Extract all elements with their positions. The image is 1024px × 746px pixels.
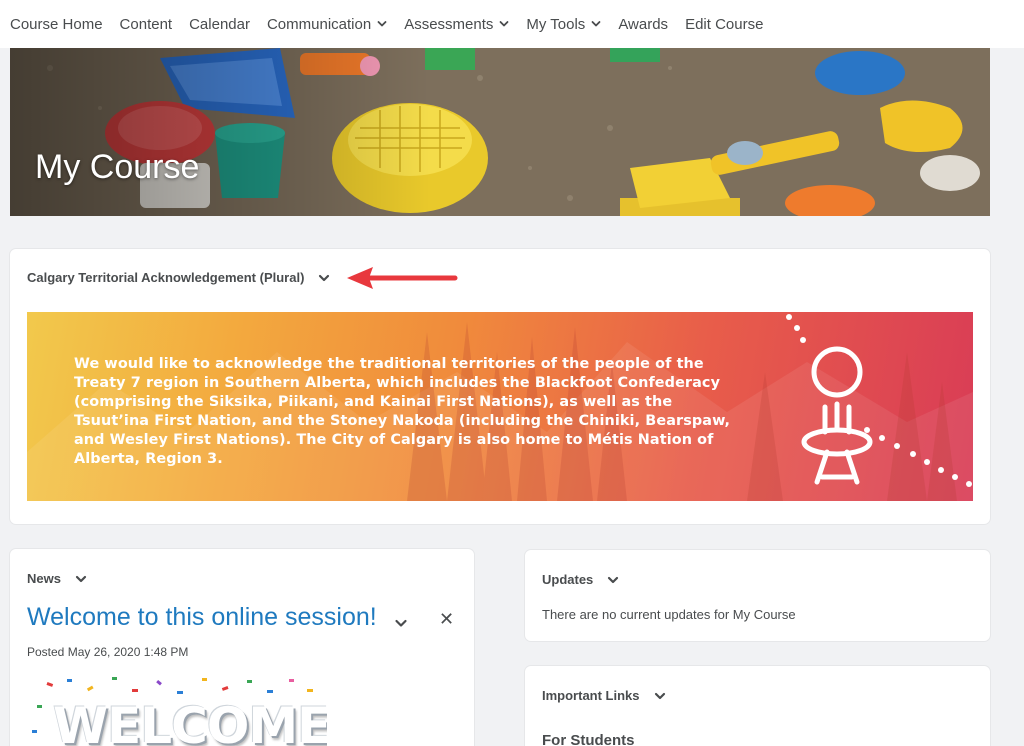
nav-awards-label: Awards [618,15,669,33]
chevron-down-icon[interactable] [75,573,87,585]
close-icon[interactable]: ✕ [439,609,454,630]
updates-widget-title: Updates [542,572,594,587]
acknowledgement-text: We would like to acknowledge the traditi… [74,356,731,467]
course-banner-image: My Course [10,48,990,216]
nav-calendar-label: Calendar [189,15,250,33]
welcome-word: WELCOME! [53,697,327,746]
nav-my-tools[interactable]: My Tools [526,16,601,33]
chevron-down-icon[interactable] [654,690,666,702]
banner-shade [10,48,430,216]
acknowledgement-widget-header[interactable]: Calgary Territorial Acknowledgement (Plu… [27,270,330,285]
acknowledgement-widget: Calgary Territorial Acknowledgement (Plu… [10,249,990,524]
chevron-down-icon[interactable] [318,272,330,284]
nav-assessments[interactable]: Assessments [404,16,509,33]
chevron-down-icon [499,21,509,27]
updates-widget-header[interactable]: Updates [542,572,619,587]
updates-message: There are no current updates for My Cour… [542,607,796,622]
annotation-arrow-icon [347,267,458,289]
nav-communication[interactable]: Communication [267,16,387,33]
nav-edit-course-label: Edit Course [685,15,764,33]
chevron-down-icon[interactable] [607,574,619,586]
updates-widget: Updates There are no current updates for… [525,550,990,641]
nav-communication-label: Communication [266,15,372,33]
acknowledgement-banner: We would like to acknowledge the traditi… [27,312,973,501]
nav-edit-course[interactable]: Edit Course [685,16,763,33]
important-links-widget-title: Important Links [542,688,640,703]
news-item-title-link[interactable]: Welcome to this online session! [27,603,377,632]
news-widget: News Welcome to this online session! ✕ P… [10,549,474,746]
important-links-widget-header[interactable]: Important Links [542,688,666,703]
important-links-subheading: For Students [542,732,635,746]
chevron-down-icon [377,21,387,27]
course-navbar: Course Home Content Calendar Communicati… [0,0,1024,48]
nav-assessments-label: Assessments [404,15,494,33]
news-posted-date: Posted May 26, 2020 1:48 PM [27,645,189,659]
news-widget-title: News [27,571,61,586]
nav-course-home[interactable]: Course Home [10,16,103,33]
nav-awards[interactable]: Awards [618,16,668,33]
acknowledgement-widget-title: Calgary Territorial Acknowledgement (Plu… [27,270,305,285]
nav-content-label: Content [119,15,173,33]
chevron-down-icon[interactable] [394,616,408,630]
nav-course-home-label: Course Home [10,15,103,33]
nav-calendar[interactable]: Calendar [189,16,250,33]
course-title: My Course [35,148,200,186]
chevron-down-icon [591,21,601,27]
important-links-widget: Important Links For Students [525,666,990,746]
nav-content[interactable]: Content [120,16,173,33]
nav-my-tools-label: My Tools [526,15,586,33]
news-widget-header[interactable]: News [27,571,87,586]
welcome-image: WELCOME! [27,675,327,746]
